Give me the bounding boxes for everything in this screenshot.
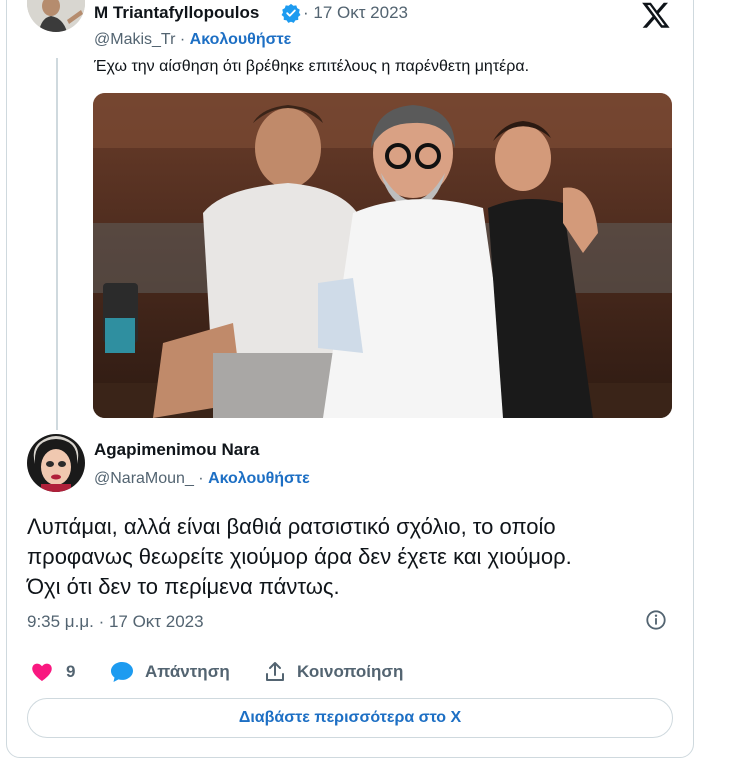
like-action[interactable]: 9 <box>30 660 75 684</box>
follow-button[interactable]: Ακολουθήστε <box>190 31 292 48</box>
like-count: 9 <box>66 662 76 681</box>
x-logo-icon[interactable] <box>641 0 671 30</box>
reply-action[interactable]: Απάντηση <box>109 660 230 684</box>
reply-author-avatar[interactable] <box>27 434 85 492</box>
quoted-tweet-text: Έχω την αίσθηση ότι βρέθηκε επιτέλους η … <box>94 58 530 75</box>
quoted-tweet-date[interactable]: · 17 Οκτ 2023 <box>303 3 408 23</box>
thread-connector-line <box>56 58 58 430</box>
tweet-photo[interactable] <box>93 93 672 418</box>
quoted-author-handle[interactable]: @Makis_Tr · <box>94 31 185 48</box>
reply-label: Απάντηση <box>145 662 230 681</box>
read-more-button[interactable]: Διαβάστε περισσότερα στο X <box>27 698 673 738</box>
reply-bubble-icon <box>111 662 133 682</box>
reply-author-handle-line: @NaraMoun_ · Ακολουθήστε <box>94 470 310 488</box>
share-icon <box>266 662 284 681</box>
follow-button-reply[interactable]: Ακολουθήστε <box>208 470 310 487</box>
info-icon[interactable] <box>645 609 667 631</box>
share-label: Κοινοποίηση <box>297 662 404 681</box>
reply-author-handle[interactable]: @NaraMoun_ · <box>94 470 204 487</box>
heart-icon <box>32 663 52 681</box>
quoted-author-name[interactable]: M Triantafyllopoulos <box>94 3 259 23</box>
verified-badge-icon <box>281 3 301 23</box>
share-action[interactable]: Κοινοποίηση <box>263 660 403 684</box>
reply-timestamp[interactable]: 9:35 μ.μ. · 17 Οκτ 2023 <box>27 612 204 632</box>
quoted-author-handle-line: @Makis_Tr · Ακολουθήστε <box>94 31 291 49</box>
reply-author-name[interactable]: Agapimenimou Nara <box>94 440 259 460</box>
reply-tweet-text: Λυπάμαι, αλλά είναι βαθιά ρατσιστικό σχό… <box>27 514 572 599</box>
